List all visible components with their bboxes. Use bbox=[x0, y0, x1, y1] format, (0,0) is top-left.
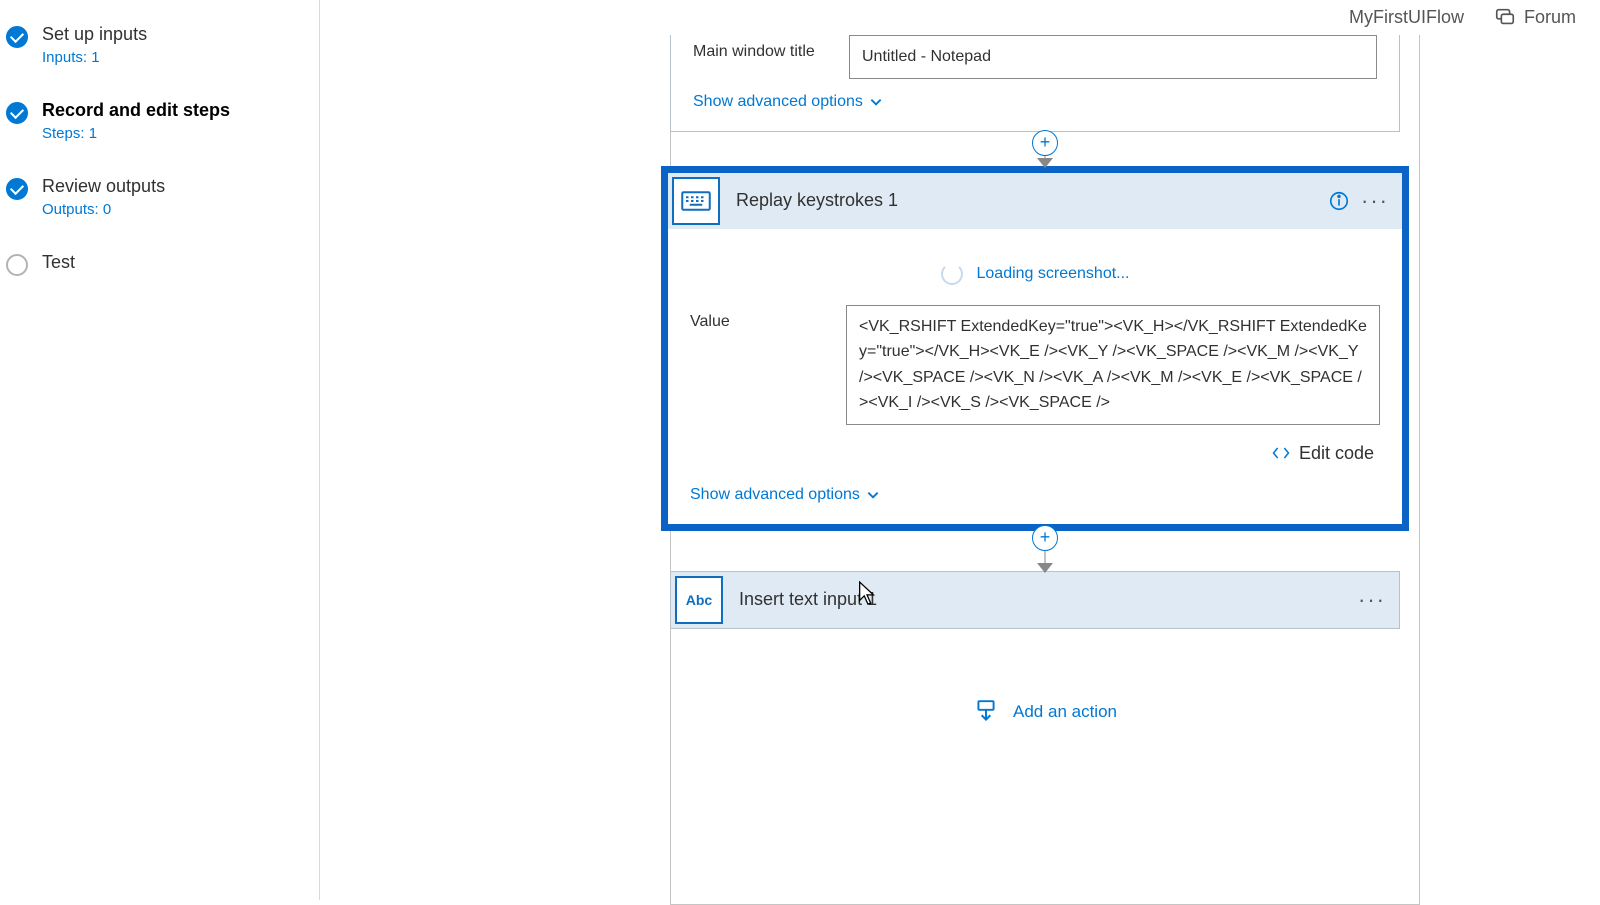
forum-label: Forum bbox=[1524, 7, 1576, 28]
flow-canvas: Main window title Show advanced options … bbox=[670, 35, 1420, 725]
replay-card[interactable]: Replay keystrokes 1 ··· Loading screensh… bbox=[667, 172, 1403, 525]
connector: + bbox=[670, 531, 1420, 571]
sidebar-step-inputs[interactable]: Set up inputs Inputs: 1 bbox=[6, 24, 309, 66]
step-subtitle: Steps: 1 bbox=[42, 125, 230, 142]
insert-text-card[interactable]: Abc Insert text input 1 ··· bbox=[670, 571, 1400, 629]
loading-indicator: Loading screenshot... bbox=[690, 263, 1380, 285]
forum-icon bbox=[1494, 6, 1516, 28]
show-advanced-top[interactable]: Show advanced options bbox=[693, 93, 1377, 111]
main-window-input[interactable] bbox=[849, 35, 1377, 79]
replay-card-title: Replay keystrokes 1 bbox=[736, 190, 1318, 211]
flow-title: MyFirstUIFlow bbox=[1349, 7, 1464, 28]
show-advanced-replay[interactable]: Show advanced options bbox=[690, 486, 1380, 504]
main-window-card[interactable]: Main window title Show advanced options bbox=[670, 35, 1400, 132]
main-window-label: Main window title bbox=[693, 35, 849, 61]
sidebar-step-outputs[interactable]: Review outputs Outputs: 0 bbox=[6, 176, 309, 218]
step-title: Review outputs bbox=[42, 176, 165, 197]
spinner-icon bbox=[941, 263, 963, 285]
wizard-sidebar: Set up inputs Inputs: 1 Record and edit … bbox=[0, 0, 320, 900]
info-icon[interactable] bbox=[1324, 186, 1354, 216]
text-input-icon: Abc bbox=[675, 576, 723, 624]
replay-card-selected: Replay keystrokes 1 ··· Loading screensh… bbox=[661, 166, 1409, 531]
value-textbox[interactable]: <VK_RSHIFT ExtendedKey="true"><VK_H></VK… bbox=[846, 305, 1380, 425]
step-title: Set up inputs bbox=[42, 24, 147, 45]
loading-text: Loading screenshot... bbox=[977, 265, 1130, 283]
edit-code-button[interactable]: Edit code bbox=[690, 443, 1374, 464]
add-step-button[interactable]: + bbox=[1032, 525, 1058, 551]
more-menu[interactable]: ··· bbox=[1357, 585, 1387, 615]
keyboard-icon bbox=[672, 177, 720, 225]
edit-code-label: Edit code bbox=[1299, 443, 1374, 464]
more-menu[interactable]: ··· bbox=[1360, 186, 1390, 216]
empty-bullet-icon bbox=[6, 254, 28, 276]
advanced-label: Show advanced options bbox=[693, 93, 863, 111]
chevron-down-icon bbox=[869, 95, 883, 109]
advanced-label: Show advanced options bbox=[690, 486, 860, 504]
connector: + bbox=[670, 132, 1420, 166]
value-label: Value bbox=[690, 305, 846, 331]
add-step-button[interactable]: + bbox=[1032, 130, 1058, 156]
sidebar-step-record[interactable]: Record and edit steps Steps: 1 bbox=[6, 100, 309, 142]
step-subtitle: Inputs: 1 bbox=[42, 49, 147, 66]
check-icon bbox=[6, 102, 28, 124]
add-action-label: Add an action bbox=[1013, 702, 1117, 722]
chevron-down-icon bbox=[866, 488, 880, 502]
step-title: Test bbox=[42, 252, 75, 273]
check-icon bbox=[6, 26, 28, 48]
check-icon bbox=[6, 178, 28, 200]
step-title: Record and edit steps bbox=[42, 100, 230, 121]
add-action-button[interactable]: Add an action bbox=[670, 699, 1420, 725]
insert-text-title: Insert text input 1 bbox=[739, 589, 1351, 610]
add-action-icon bbox=[973, 699, 999, 725]
forum-link[interactable]: Forum bbox=[1494, 6, 1576, 28]
sidebar-step-test[interactable]: Test bbox=[6, 252, 309, 276]
step-subtitle: Outputs: 0 bbox=[42, 201, 165, 218]
code-icon bbox=[1271, 443, 1291, 463]
